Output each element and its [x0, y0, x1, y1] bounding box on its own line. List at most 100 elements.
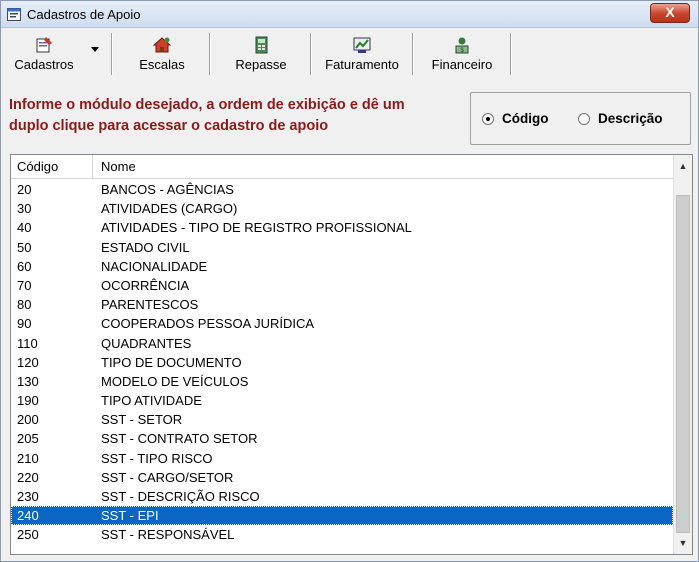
- toolbar-separator: [310, 33, 312, 75]
- toolbar: Cadastros Escalas Repasse Faturamento $ …: [1, 29, 698, 79]
- cadastros-dropdown-arrow-icon[interactable]: [91, 47, 99, 52]
- financeiro-icon: $: [455, 37, 469, 54]
- row-name: BANCOS - AGÊNCIAS: [101, 182, 234, 197]
- column-header-codigo[interactable]: Código: [11, 155, 93, 179]
- toolbar-button-financeiro[interactable]: $ Financeiro: [421, 33, 503, 77]
- repasse-icon: [255, 36, 268, 54]
- row-code: 70: [17, 277, 32, 293]
- row-code: 210: [17, 450, 39, 466]
- table-row[interactable]: 205 SST - CONTRATO SETOR: [11, 429, 673, 448]
- row-code: 220: [17, 469, 39, 485]
- row-code: 205: [17, 431, 39, 447]
- row-name: OCORRÊNCIA: [101, 277, 190, 293]
- table-row[interactable]: 220 SST - CARGO/SETOR: [11, 468, 673, 487]
- scrollbar-thumb[interactable]: [676, 195, 690, 533]
- table-row[interactable]: 190 TIPO ATIVIDADE: [11, 391, 673, 410]
- row-code: 230: [17, 489, 39, 504]
- row-name: SST - CARGO/SETOR: [101, 469, 234, 485]
- row-code: 30: [17, 201, 32, 217]
- row-code: 50: [17, 239, 32, 255]
- row-name: COOPERADOS PESSOA JURÍDICA: [101, 316, 315, 332]
- title-bar: Cadastros de Apoio X: [1, 1, 698, 28]
- list-body: 20 BANCOS - AGÊNCIAS 30 ATIVIDADES (CARGO) 4…: [11, 180, 673, 545]
- row-name: SST - RESPONSÁVEL: [101, 527, 235, 543]
- instructions-text: Informe o módulo desejado, a ordem de ex…: [9, 97, 405, 134]
- row-code: 80: [17, 297, 32, 313]
- table-row[interactable]: 20 BANCOS - AGÊNCIAS: [11, 180, 673, 199]
- table-row[interactable]: 70 OCORRÊNCIA: [11, 276, 673, 295]
- table-row[interactable]: 60 NACIONALIDADE: [11, 257, 673, 276]
- toolbar-label-financeiro: Financeiro: [431, 57, 493, 72]
- order-by-codigo-radio[interactable]: Código: [482, 111, 549, 126]
- window-title: Cadastros de Apoio: [27, 7, 141, 22]
- table-row[interactable]: 30 ATIVIDADES (CARGO): [11, 199, 673, 218]
- row-code: 110: [17, 335, 38, 351]
- row-code: 40: [17, 220, 32, 236]
- toolbar-button-faturamento[interactable]: Faturamento: [315, 33, 409, 77]
- toolbar-separator: [111, 33, 113, 75]
- toolbar-label-escalas: Escalas: [139, 57, 185, 72]
- row-code: 190: [17, 393, 39, 409]
- row-code: 60: [17, 258, 32, 274]
- cadastros-de-apoio-window: Cadastros de Apoio X Cadastros Escalas R…: [0, 0, 699, 562]
- toolbar-label-cadastros: Cadastros: [14, 57, 74, 72]
- row-name: ATIVIDADES - TIPO DE REGISTRO PROFISSION…: [101, 220, 412, 236]
- toolbar-separator: [412, 33, 414, 75]
- support-registry-list[interactable]: Código Nome 20 BANCOS - AGÊNCIAS 30 ATIVIDA…: [10, 154, 693, 555]
- order-by-codigo-label: Código: [502, 111, 549, 126]
- row-name: PARENTESCOS: [101, 297, 199, 313]
- table-row[interactable]: 200 SST - SETOR: [11, 410, 673, 429]
- row-code: 130: [17, 373, 39, 389]
- row-code: 240: [17, 508, 39, 524]
- toolbar-separator: [510, 33, 512, 75]
- table-row[interactable]: 110 QUADRANTES: [11, 334, 673, 353]
- table-row[interactable]: 90 COOPERADOS PESSOA JURÍDICA: [11, 314, 673, 333]
- list-header: Código Nome: [11, 155, 673, 179]
- column-header-nome[interactable]: Nome: [93, 155, 673, 179]
- scroll-up-icon[interactable]: ▲: [674, 157, 692, 175]
- faturamento-icon: [353, 37, 371, 53]
- row-code: 200: [17, 412, 39, 428]
- order-by-descricao-radio[interactable]: Descrição: [578, 111, 663, 126]
- row-name: SST - EPI: [101, 508, 159, 524]
- table-row[interactable]: 210 SST - TIPO RISCO: [11, 449, 673, 468]
- row-name: NACIONALIDADE: [101, 258, 208, 274]
- row-code: 120: [17, 354, 39, 370]
- row-name: SST - CONTRATO SETOR: [101, 431, 258, 447]
- table-row[interactable]: 40 ATIVIDADES - TIPO DE REGISTRO PROFISSI…: [11, 218, 673, 237]
- row-name: TIPO ATIVIDADE: [101, 393, 202, 409]
- row-name: TIPO DE DOCUMENTO: [101, 354, 242, 370]
- toolbar-button-repasse[interactable]: Repasse: [225, 33, 297, 77]
- table-row[interactable]: 120 TIPO DE DOCUMENTO: [11, 353, 673, 372]
- vertical-scrollbar[interactable]: ▲ ▼: [673, 155, 692, 554]
- toolbar-separator: [209, 33, 211, 75]
- row-code: 20: [17, 182, 32, 197]
- cadastros-icon: [36, 37, 52, 53]
- scroll-down-icon[interactable]: ▼: [674, 534, 692, 552]
- table-row[interactable]: 240 SST - EPI: [11, 506, 673, 526]
- order-by-descricao-label: Descrição: [598, 111, 663, 126]
- table-row[interactable]: 50 ESTADO CIVIL: [11, 238, 673, 257]
- app-icon: [7, 8, 21, 21]
- row-name: QUADRANTES: [101, 335, 192, 351]
- table-row[interactable]: 80 PARENTESCOS: [11, 295, 673, 314]
- row-name: MODELO DE VEÍCULOS: [101, 373, 249, 389]
- toolbar-button-escalas[interactable]: Escalas: [127, 33, 197, 77]
- table-row[interactable]: 250 SST - RESPONSÁVEL: [11, 525, 673, 544]
- radio-unselected-icon: [578, 112, 590, 125]
- toolbar-label-repasse: Repasse: [235, 57, 287, 72]
- row-name: ATIVIDADES (CARGO): [101, 201, 238, 217]
- row-code: 90: [17, 316, 32, 332]
- table-row[interactable]: 230 SST - DESCRIÇÃO RISCO: [11, 487, 673, 506]
- table-row[interactable]: 130 MODELO DE VEÍCULOS: [11, 372, 673, 391]
- row-name: SST - TIPO RISCO: [101, 450, 213, 466]
- radio-selected-icon: [482, 112, 494, 125]
- toolbar-label-faturamento: Faturamento: [325, 57, 399, 72]
- order-radio-group: Código Descrição: [470, 92, 691, 145]
- escalas-icon: [152, 37, 172, 53]
- toolbar-button-cadastros[interactable]: Cadastros: [5, 33, 83, 77]
- row-name: ESTADO CIVIL: [101, 239, 190, 255]
- row-name: SST - SETOR: [101, 412, 183, 428]
- close-button[interactable]: X: [650, 3, 690, 23]
- row-name: SST - DESCRIÇÃO RISCO: [101, 489, 260, 504]
